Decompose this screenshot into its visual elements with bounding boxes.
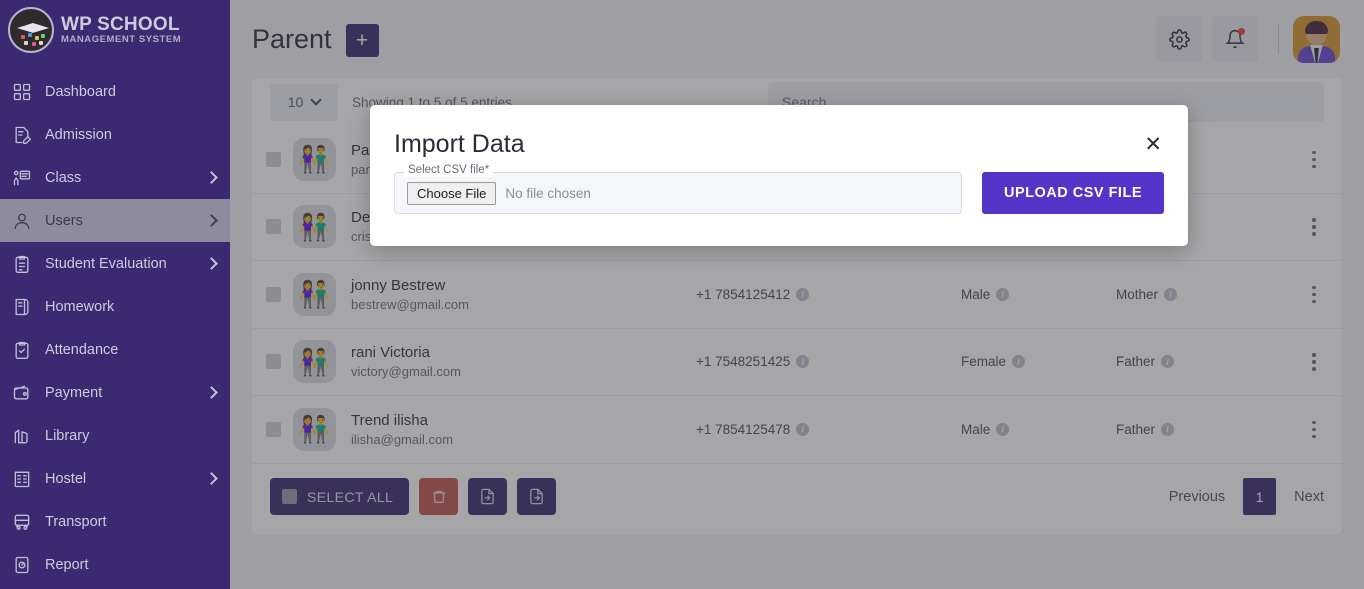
sidebar-item-report[interactable]: Report <box>0 543 230 586</box>
brand-logo[interactable]: WP SCHOOL MANAGEMENT SYSTEM <box>0 0 230 60</box>
chevron-right-icon <box>205 386 218 399</box>
upload-csv-button[interactable]: UPLOAD CSV FILE <box>982 172 1164 214</box>
modal-title: Import Data <box>394 130 525 158</box>
user-icon <box>14 213 30 229</box>
report-icon <box>15 556 29 573</box>
modal-body: Select CSV file* Choose File No file cho… <box>394 164 1164 214</box>
sidebar-item-transport[interactable]: Transport <box>0 500 230 543</box>
sidebar-item-library[interactable]: Library <box>0 414 230 457</box>
modal-overlay[interactable] <box>230 0 1364 589</box>
school-logo-icon <box>8 7 54 53</box>
brand-subtitle: MANAGEMENT SYSTEM <box>61 33 182 45</box>
sidebar-item-label: Payment <box>45 384 103 401</box>
sidebar-nav: Dashboard Admission Class Users Student Eval… <box>0 70 230 586</box>
sidebar-item-label: Transport <box>45 513 107 530</box>
sidebar-item-homework[interactable]: Homework <box>0 285 230 328</box>
wallet-icon <box>13 385 29 399</box>
sidebar-item-student-evaluation[interactable]: Student Evaluation <box>0 242 230 285</box>
sidebar-item-label: Admission <box>45 126 112 143</box>
csv-file-field[interactable]: Select CSV file* Choose File No file cho… <box>394 164 962 214</box>
app-root: WP SCHOOL MANAGEMENT SYSTEM Dashboard Adm… <box>0 0 1364 589</box>
close-icon[interactable]: ✕ <box>1142 130 1164 159</box>
sidebar-item-label: Homework <box>45 298 115 315</box>
modal-header: Import Data ✕ <box>394 105 1164 159</box>
sidebar-item-label: Attendance <box>45 341 119 358</box>
sidebar-item-users[interactable]: Users <box>0 199 230 242</box>
main-content: Parent + 10 Showing 1 to 5 of 5 entries … <box>230 0 1364 589</box>
sidebar-item-payment[interactable]: Payment <box>0 371 230 414</box>
sidebar-item-label: Users <box>45 212 83 229</box>
classroom-icon <box>13 170 31 185</box>
brand-title: WP SCHOOL <box>61 14 180 36</box>
chevron-right-icon <box>205 472 218 485</box>
sidebar-item-label: Student Evaluation <box>45 255 167 272</box>
chevron-right-icon <box>205 257 218 270</box>
sidebar-item-label: Library <box>45 427 90 444</box>
book-icon <box>15 298 29 315</box>
sidebar: WP SCHOOL MANAGEMENT SYSTEM Dashboard Adm… <box>0 0 230 589</box>
csv-file-label: Select CSV file* <box>404 164 494 177</box>
building-icon <box>14 471 30 487</box>
grid-icon <box>13 83 31 100</box>
import-data-modal: Import Data ✕ Select CSV file* Choose Fi… <box>370 105 1188 246</box>
chevron-right-icon <box>205 171 218 184</box>
clipboard-icon <box>15 255 29 273</box>
sidebar-item-label: Hostel <box>45 470 87 487</box>
sidebar-item-label: Report <box>45 556 89 573</box>
document-edit-icon <box>15 126 32 144</box>
sidebar-item-label: Dashboard <box>45 83 116 100</box>
sidebar-item-hostel[interactable]: Hostel <box>0 457 230 500</box>
sidebar-item-label: Class <box>45 169 82 186</box>
sidebar-item-dashboard[interactable]: Dashboard <box>0 70 230 113</box>
bus-icon <box>14 514 30 530</box>
chevron-right-icon <box>205 214 218 227</box>
sidebar-item-admission[interactable]: Admission <box>0 113 230 156</box>
library-icon <box>14 429 28 443</box>
chosen-file-name: No file chosen <box>505 185 591 201</box>
sidebar-item-class[interactable]: Class <box>0 156 230 199</box>
choose-file-button[interactable]: Choose File <box>407 181 497 205</box>
checklist-icon <box>15 341 29 359</box>
sidebar-item-attendance[interactable]: Attendance <box>0 328 230 371</box>
